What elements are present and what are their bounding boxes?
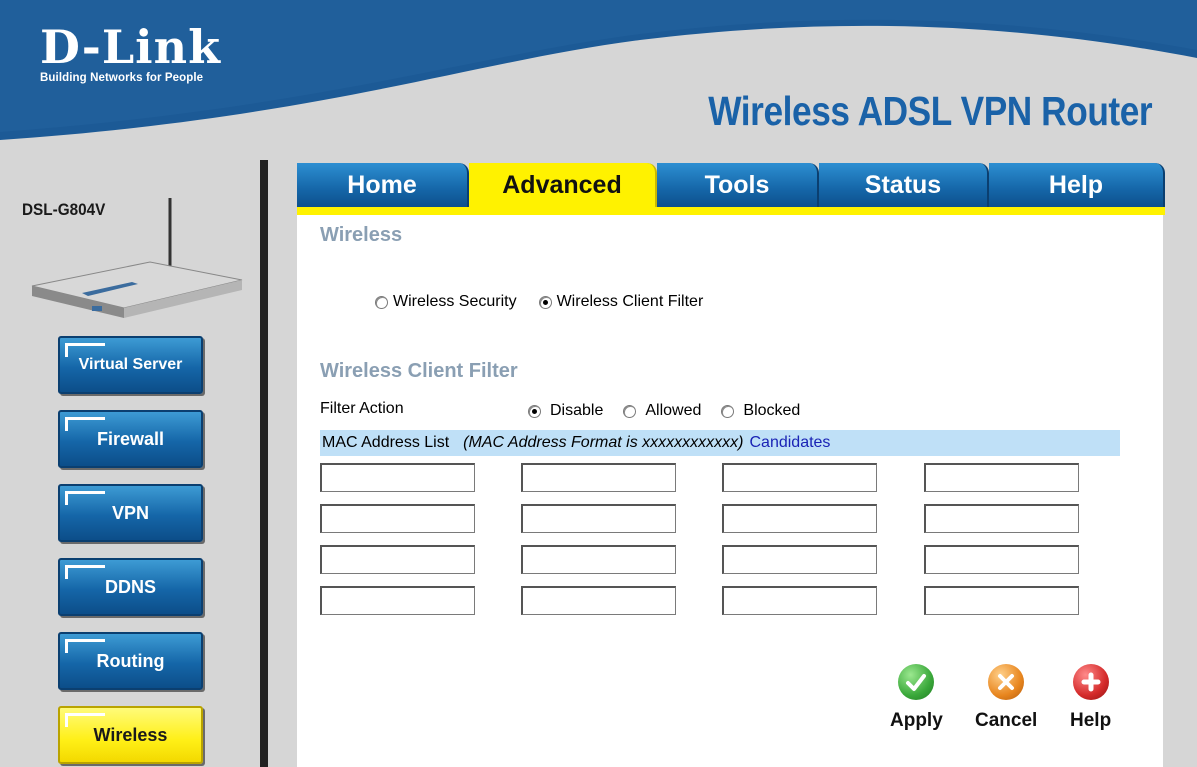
sidebar-item-firewall[interactable]: Firewall (58, 410, 203, 468)
radio-label-disable: Disable (550, 402, 604, 419)
logo-tagline: Building Networks for People (40, 72, 204, 84)
tab-status[interactable]: Status (819, 163, 989, 207)
cancel-label: Cancel (975, 710, 1038, 731)
radio-label-wireless-client-filter: Wireless Client Filter (556, 293, 704, 310)
mac-address-input-9[interactable] (320, 545, 475, 574)
router-image-icon (31, 198, 243, 318)
mac-address-input-3[interactable] (722, 463, 877, 492)
top-tabs: Home Advanced Tools Status Help (297, 163, 1165, 207)
sidebar-item-virtual-server[interactable]: Virtual Server (58, 336, 203, 394)
tab-home[interactable]: Home (297, 163, 469, 207)
tab-tools[interactable]: Tools (657, 163, 819, 207)
sidebar-divider (260, 160, 278, 767)
apply-label: Apply (890, 710, 943, 731)
section-title-client-filter: Wireless Client Filter (320, 360, 518, 382)
product-title: Wireless ADSL VPN Router (708, 88, 1152, 134)
mac-address-input-5[interactable] (320, 504, 475, 533)
mac-address-input-6[interactable] (521, 504, 676, 533)
mac-format-hint: (MAC Address Format is xxxxxxxxxxxx) (463, 434, 744, 451)
mac-address-input-7[interactable] (722, 504, 877, 533)
tab-underline (297, 207, 1165, 215)
help-label: Help (1070, 710, 1112, 731)
mac-address-input-15[interactable] (722, 586, 877, 615)
radio-label-allowed: Allowed (645, 402, 702, 419)
radio-label-wireless-security: Wireless Security (393, 293, 517, 310)
mac-list-label: MAC Address List (322, 434, 450, 451)
sidebar-item-vpn[interactable]: VPN (58, 484, 203, 542)
mac-address-input-1[interactable] (320, 463, 475, 492)
mac-address-input-11[interactable] (722, 545, 877, 574)
checkmark-icon (898, 664, 935, 700)
radio-allowed[interactable] (623, 404, 637, 418)
sidebar-item-ddns[interactable]: DDNS (58, 558, 203, 616)
dlink-logo: D-Link Building Networks for People (40, 24, 221, 84)
help-button[interactable]: Help (1070, 664, 1111, 732)
mac-address-input-10[interactable] (521, 545, 676, 574)
sidebar: DSL-G804V Virtual Server Firewall VPN DD… (0, 160, 265, 767)
radio-blocked[interactable] (721, 404, 735, 418)
sidebar-item-routing[interactable]: Routing (58, 632, 203, 690)
header: D-Link Building Networks for People Wire… (0, 0, 1197, 160)
cancel-button[interactable]: Cancel (975, 664, 1037, 732)
mac-address-input-14[interactable] (521, 586, 676, 615)
tab-advanced[interactable]: Advanced (469, 163, 657, 207)
mac-address-input-8[interactable] (924, 504, 1079, 533)
wireless-mode-group: Wireless Security Wireless Client Filter (375, 293, 703, 311)
radio-wireless-client-filter[interactable] (538, 295, 552, 309)
mac-address-input-13[interactable] (320, 586, 475, 615)
mac-list-header: MAC Address List (MAC Address Format is … (320, 430, 1120, 456)
filter-action-group: Disable Allowed Blocked (528, 402, 800, 420)
mac-address-input-4[interactable] (924, 463, 1079, 492)
help-plus-icon (1072, 664, 1109, 700)
radio-disable[interactable] (528, 404, 541, 418)
apply-button[interactable]: Apply (890, 664, 943, 732)
candidates-link[interactable]: Candidates (749, 434, 830, 452)
logo-wordmark: D-Link (40, 20, 221, 74)
section-title-wireless: Wireless (320, 224, 403, 246)
mac-address-input-2[interactable] (521, 463, 676, 492)
tab-help[interactable]: Help (989, 163, 1165, 207)
mac-address-input-16[interactable] (924, 586, 1079, 615)
filter-action-label: Filter Action (320, 400, 404, 417)
radio-label-blocked: Blocked (743, 402, 801, 419)
mac-address-input-12[interactable] (924, 545, 1079, 574)
sidebar-item-wireless[interactable]: Wireless (58, 706, 203, 764)
radio-wireless-security[interactable] (375, 295, 388, 309)
cancel-x-icon (988, 664, 1025, 700)
